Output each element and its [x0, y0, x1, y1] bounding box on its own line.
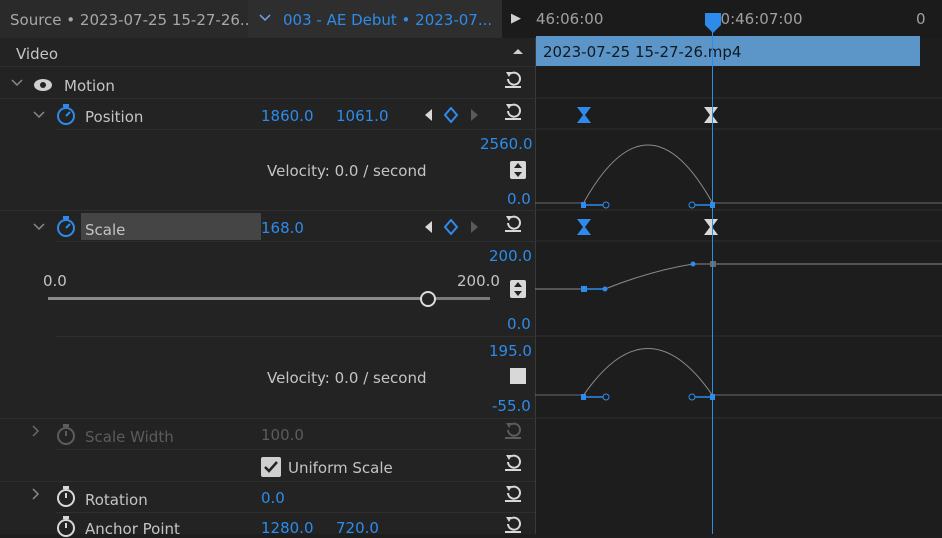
anchor-point-label: Anchor Point — [85, 520, 180, 538]
chevron-down-icon[interactable] — [33, 222, 45, 232]
position-graph-max: 2560.0 — [480, 135, 533, 153]
stopwatch-icon[interactable] — [56, 516, 76, 538]
keyframe-icon — [704, 219, 718, 235]
handle-point — [602, 201, 610, 209]
play-icon[interactable]: ▶ — [511, 10, 521, 28]
reset-icon[interactable] — [503, 515, 523, 533]
scale-width-value: 100.0 — [261, 426, 304, 444]
add-keyframe-icon[interactable] — [444, 219, 458, 235]
velocity-curve — [582, 348, 714, 397]
graph-scale-icon[interactable] — [510, 161, 526, 179]
chevron-down-icon[interactable] — [11, 78, 23, 88]
square-handle-icon[interactable] — [510, 368, 526, 384]
tab-sequence[interactable]: 003 - AE Debut • 2023-07... — [248, 0, 502, 38]
handle-point — [688, 393, 696, 401]
divider — [0, 418, 535, 419]
scale-velocity: Velocity: 0.0 / second — [267, 369, 427, 387]
chevron-down-icon[interactable] — [258, 12, 272, 24]
position-x-value[interactable]: 1860.0 — [261, 107, 314, 125]
eye-icon[interactable] — [33, 78, 53, 92]
add-keyframe-icon[interactable] — [444, 107, 458, 123]
tab-sequence-label: 003 - AE Debut • 2023-07... — [283, 11, 493, 29]
divider — [56, 241, 535, 242]
scale-slider-fill — [48, 297, 429, 300]
tab-source-label: Source • 2023-07-25 15-27-26... — [10, 11, 255, 29]
motion-label: Motion — [64, 77, 115, 95]
handle-point — [602, 393, 610, 401]
prev-keyframe-icon[interactable] — [423, 108, 433, 122]
handle-point — [710, 261, 716, 267]
playhead-line[interactable] — [712, 16, 713, 534]
ruler-time-right: 00:46:07:00 — [711, 10, 803, 28]
scale-velocity-min: -55.0 — [492, 397, 531, 415]
divider — [0, 98, 535, 99]
stopwatch-icon[interactable] — [56, 486, 76, 508]
collapse-up-icon[interactable] — [512, 47, 524, 55]
position-y-value[interactable]: 1061.0 — [336, 107, 389, 125]
clip-bar[interactable]: 2023-07-25 15-27-26.mp4 — [536, 36, 920, 66]
playhead-handle-icon[interactable] — [704, 12, 722, 34]
chevron-down-icon[interactable] — [33, 110, 45, 120]
reset-icon[interactable] — [503, 484, 523, 502]
rotation-value[interactable]: 0.0 — [261, 489, 285, 507]
reset-icon — [503, 421, 523, 439]
anchor-point-y-value[interactable]: 720.0 — [336, 519, 379, 537]
chevron-right-icon[interactable] — [31, 488, 41, 500]
scale-velocity-max: 195.0 — [489, 342, 532, 360]
anchor-point-x-value[interactable]: 1280.0 — [261, 519, 314, 537]
graph-scale-icon[interactable] — [510, 280, 526, 298]
slider-max-label: 200.0 — [457, 272, 500, 290]
keyframe-icon — [704, 107, 718, 123]
divider — [56, 129, 535, 130]
value-curve — [535, 263, 942, 290]
divider — [56, 512, 535, 513]
ruler-time-far: 0 — [916, 10, 926, 28]
keyframe-graph-area — [535, 97, 942, 419]
divider — [56, 449, 535, 450]
scale-label: Scale — [85, 221, 126, 239]
stopwatch-icon — [56, 424, 76, 446]
handle-point — [581, 202, 586, 208]
scale-graph-min: 0.0 — [507, 315, 531, 333]
keyframe-icon — [577, 219, 591, 235]
handle-point — [581, 394, 586, 400]
velocity-curve — [582, 144, 714, 205]
scale-value[interactable]: 168.0 — [261, 219, 304, 237]
reset-icon[interactable] — [503, 70, 523, 88]
reset-icon[interactable] — [503, 214, 523, 232]
divider — [0, 210, 535, 211]
position-velocity: Velocity: 0.0 / second — [267, 162, 427, 180]
handle-point — [690, 261, 696, 267]
next-keyframe-icon[interactable] — [470, 108, 480, 122]
next-keyframe-icon[interactable] — [470, 220, 480, 234]
reset-icon[interactable] — [503, 102, 523, 120]
handle-point — [602, 286, 608, 292]
divider — [0, 66, 535, 67]
slider-min-label: 0.0 — [43, 272, 67, 290]
handle-point — [581, 286, 587, 292]
divider — [0, 481, 535, 482]
stopwatch-icon[interactable] — [56, 104, 76, 126]
ruler-time-left: 46:06:00 — [536, 10, 604, 28]
scale-slider-thumb[interactable] — [420, 291, 437, 307]
handle-point — [688, 201, 696, 209]
prev-keyframe-icon[interactable] — [423, 220, 433, 234]
tab-source[interactable]: Source • 2023-07-25 15-27-26... — [0, 0, 254, 38]
uniform-scale-label: Uniform Scale — [288, 459, 393, 477]
position-graph-min: 0.0 — [507, 190, 531, 208]
divider — [56, 336, 535, 337]
uniform-scale-checkbox[interactable] — [261, 457, 281, 477]
stopwatch-icon[interactable] — [56, 216, 76, 238]
position-label: Position — [85, 108, 144, 126]
rotation-label: Rotation — [85, 491, 148, 509]
chevron-right-icon[interactable] — [31, 425, 41, 437]
section-title-video: Video — [16, 45, 59, 63]
reset-icon[interactable] — [503, 453, 523, 471]
keyframe-icon — [577, 107, 591, 123]
scale-width-label: Scale Width — [85, 428, 174, 446]
scale-graph-max: 200.0 — [489, 247, 532, 265]
